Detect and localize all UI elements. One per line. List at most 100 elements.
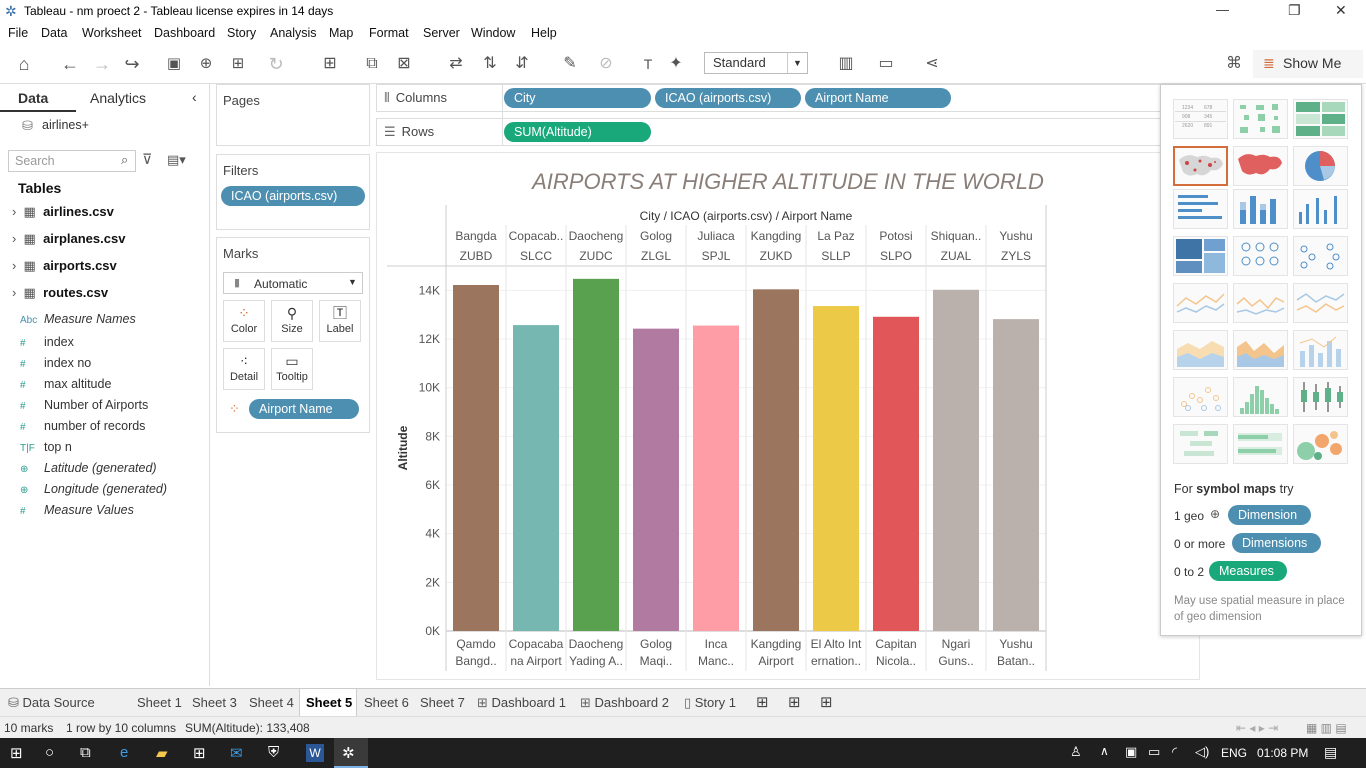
mark-type-select[interactable]: ▮ Automatic ▼ xyxy=(223,272,363,294)
dual-lines-thumb[interactable] xyxy=(1293,283,1348,323)
sort-descending-icon[interactable]: ⇵ xyxy=(510,52,534,76)
color-pill-airport-name[interactable]: Airport Name xyxy=(249,399,359,419)
menu-map[interactable]: Map xyxy=(329,26,353,40)
sheet-navigation-icon[interactable]: ⇤ ◂ ▸ ⇥ xyxy=(1236,721,1278,735)
discrete-lines-thumb[interactable] xyxy=(1233,283,1288,323)
format-painter-icon[interactable]: ⌘ xyxy=(1222,52,1246,76)
language-indicator[interactable]: ENG xyxy=(1221,746,1247,760)
fix-axes-icon[interactable]: ✦ xyxy=(664,52,688,76)
filters-card[interactable]: Filters ICAO (airports.csv) xyxy=(216,154,370,230)
table-airplanes[interactable]: › ▦ airplanes.csv xyxy=(12,231,125,247)
area-continuous-thumb[interactable] xyxy=(1173,330,1228,370)
notifications-icon[interactable]: ▤ xyxy=(1324,744,1337,761)
menu-help[interactable]: Help xyxy=(531,26,557,40)
edge-icon[interactable]: e xyxy=(120,744,128,761)
tab-analytics[interactable]: Analytics xyxy=(90,90,146,106)
close-button[interactable]: ✕ xyxy=(1335,2,1347,19)
group-members-icon[interactable]: ⊘ xyxy=(594,52,618,76)
menu-server[interactable]: Server xyxy=(423,26,460,40)
filter-icon[interactable]: ⊽ xyxy=(142,151,152,168)
size-button[interactable]: ⚲ Size xyxy=(271,300,313,342)
refresh-icon[interactable]: ↻ xyxy=(264,52,288,76)
datasource-name[interactable]: airlines+ xyxy=(42,118,89,132)
column-pill-icao[interactable]: ICAO (airports.csv) xyxy=(655,88,801,108)
share-icon[interactable]: ⋖ xyxy=(920,52,944,76)
label-button[interactable]: 🅃 Label xyxy=(319,300,361,342)
side-by-side-circles-thumb[interactable] xyxy=(1293,236,1348,276)
view-options-icon[interactable]: ▤▾ xyxy=(167,152,186,168)
windows-start-icon[interactable]: ⊞ xyxy=(10,744,23,762)
new-worksheet-icon[interactable]: ⊞ xyxy=(756,693,769,711)
tab-sheet-3[interactable]: Sheet 3 xyxy=(192,695,237,710)
menu-file[interactable]: File xyxy=(8,26,28,40)
treemap-thumb[interactable] xyxy=(1173,236,1228,276)
dual-combination-thumb[interactable] xyxy=(1293,330,1348,370)
pages-card[interactable]: Pages xyxy=(216,84,370,146)
continuous-lines-thumb[interactable] xyxy=(1173,283,1228,323)
clear-sheet-icon[interactable]: ⊠ xyxy=(392,52,416,76)
field-max-altitude[interactable]: # max altitude xyxy=(20,377,111,391)
file-explorer-icon[interactable]: ▰ xyxy=(156,744,168,762)
packed-bubbles-thumb[interactable] xyxy=(1293,424,1348,464)
field-number-of-airports[interactable]: # Number of Airports xyxy=(20,398,148,412)
field-top-n[interactable]: T|F top n xyxy=(20,440,72,454)
mail-icon[interactable]: ✉ xyxy=(230,744,243,762)
tray-chevron-icon[interactable]: ∧ xyxy=(1100,744,1109,758)
forward-icon[interactable]: → xyxy=(90,52,114,76)
new-datasource-icon[interactable]: ⊕ xyxy=(194,52,218,76)
circle-views-thumb[interactable] xyxy=(1233,236,1288,276)
highlight-table-thumb[interactable] xyxy=(1293,99,1348,139)
tab-dashboard-2[interactable]: ⊞ Dashboard 2 xyxy=(580,695,669,711)
word-icon[interactable]: W xyxy=(306,744,324,762)
new-story-icon[interactable]: ⊞ xyxy=(820,693,833,711)
collapse-pane-icon[interactable]: ‹ xyxy=(192,89,197,105)
sheet-sorter-icon[interactable]: ▦ ▥ ▤ xyxy=(1306,721,1347,735)
tab-dashboard-1[interactable]: ⊞ Dashboard 1 xyxy=(477,695,566,711)
menu-story[interactable]: Story xyxy=(227,26,256,40)
menu-dashboard[interactable]: Dashboard xyxy=(154,26,215,40)
restore-button[interactable]: ❐ xyxy=(1288,2,1301,19)
color-button[interactable]: ⁘ Color xyxy=(223,300,265,342)
clock[interactable]: 01:08 PM xyxy=(1257,746,1308,760)
menu-data[interactable]: Data xyxy=(41,26,67,40)
field-longitude[interactable]: ⊕ Longitude (generated) xyxy=(20,482,167,496)
menu-analysis[interactable]: Analysis xyxy=(270,26,317,40)
tab-sheet-5[interactable]: Sheet 5 xyxy=(306,695,352,710)
new-dashboard-icon[interactable]: ⊞ xyxy=(788,693,801,711)
column-pill-city[interactable]: City xyxy=(504,88,651,108)
presentation-mode-icon[interactable]: ▭ xyxy=(874,52,898,76)
field-index[interactable]: # index xyxy=(20,335,74,349)
security-icon[interactable]: ⛨ xyxy=(268,744,279,761)
duplicate-sheet-icon[interactable]: ⧉ xyxy=(360,52,384,76)
detail-button[interactable]: ⁖ Detail xyxy=(223,348,265,390)
field-number-of-records[interactable]: # number of records xyxy=(20,419,145,433)
tab-sheet-7[interactable]: Sheet 7 xyxy=(420,695,465,710)
store-icon[interactable]: ⊞ xyxy=(193,744,206,762)
device-icon[interactable]: ▣ xyxy=(1125,744,1137,760)
menu-worksheet[interactable]: Worksheet xyxy=(82,26,142,40)
field-latitude[interactable]: ⊕ Latitude (generated) xyxy=(20,461,157,475)
fit-select[interactable]: Standard ▼ xyxy=(704,52,808,74)
field-index-no[interactable]: # index no xyxy=(20,356,91,370)
pause-updates-icon[interactable]: ⊞ xyxy=(226,52,250,76)
search-input[interactable]: Search ⌕ xyxy=(8,150,136,172)
field-measure-values[interactable]: # Measure Values xyxy=(20,503,134,517)
menu-window[interactable]: Window xyxy=(471,26,515,40)
field-measure-names[interactable]: Abc Measure Names xyxy=(20,312,136,326)
area-discrete-thumb[interactable] xyxy=(1233,330,1288,370)
show-me-button[interactable]: ≣ Show Me xyxy=(1253,50,1363,78)
search-icon[interactable]: ○ xyxy=(45,744,54,761)
pie-chart-thumb[interactable] xyxy=(1293,146,1348,186)
people-icon[interactable]: ♙ xyxy=(1070,744,1082,760)
heat-map-thumb[interactable] xyxy=(1233,99,1288,139)
minimize-button[interactable]: — xyxy=(1216,2,1229,17)
tooltip-button[interactable]: ▭ Tooltip xyxy=(271,348,313,390)
filled-map-thumb[interactable] xyxy=(1233,146,1288,186)
text-table-thumb[interactable]: 1234 678 908 345 2620 891 xyxy=(1173,99,1228,139)
table-airlines[interactable]: › ▦ airlines.csv xyxy=(12,204,114,220)
sort-ascending-icon[interactable]: ⇅ xyxy=(478,52,502,76)
tab-sheet-6[interactable]: Sheet 6 xyxy=(364,695,409,710)
show-cards-icon[interactable]: ▥ xyxy=(834,52,858,76)
scatter-plot-thumb[interactable] xyxy=(1173,377,1228,417)
home-icon[interactable]: ⌂ xyxy=(12,52,36,76)
